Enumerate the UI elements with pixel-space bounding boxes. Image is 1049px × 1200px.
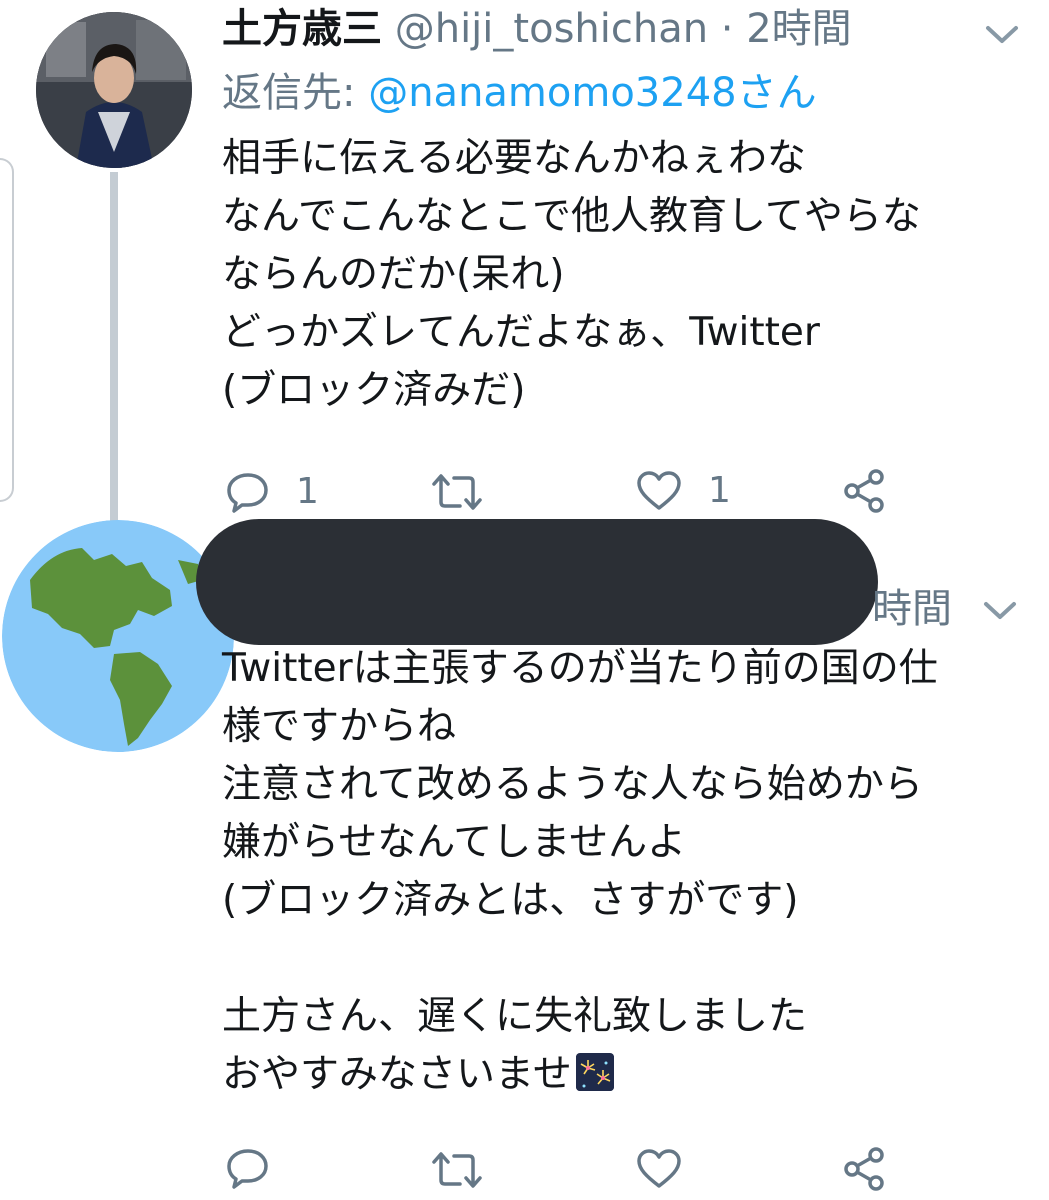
avatar[interactable] [2, 520, 234, 752]
display-name[interactable]: 土方歳三 [222, 6, 382, 52]
reply-icon [227, 1149, 268, 1189]
tweet-line: Twitterは主張するのが当たり前の国の仕 [222, 646, 938, 691]
tweet-text: Twitterは主張するのが当たり前の国の仕 様ですからね 注意されて改めるよう… [222, 640, 938, 1104]
like-count: 1 [708, 470, 731, 511]
reply-to-label: 返信先: [222, 70, 369, 116]
retweet-button[interactable] [430, 472, 484, 512]
chevron-down-icon[interactable] [980, 22, 1024, 48]
reply-icon [227, 473, 268, 513]
tweet-line [222, 930, 938, 988]
reply-button[interactable]: 1 [226, 470, 319, 514]
tweet-line: おやすみなさいませ [222, 1052, 572, 1097]
tweet-line-with-emoji: おやすみなさいませ [222, 1046, 938, 1104]
like-button[interactable] [636, 1148, 682, 1190]
thread-connector-line [110, 172, 118, 522]
reply-to-link[interactable]: @nanamomo3248さん [368, 70, 816, 116]
tweet-line: (ブロック済みだ) [222, 368, 526, 413]
retweet-icon [432, 474, 482, 510]
retweet-button[interactable] [430, 1150, 484, 1190]
like-icon [637, 471, 681, 510]
reply-button[interactable] [226, 1146, 270, 1190]
panel-edge-bracket [0, 158, 14, 502]
redacted-user-info [196, 519, 878, 645]
timestamp[interactable]: 時間 [872, 586, 952, 632]
like-icon [637, 1149, 681, 1188]
fireworks-emoji-icon [575, 1053, 614, 1091]
timestamp[interactable]: 2時間 [746, 6, 851, 52]
tweet-line: 嫌がらせなんてしませんよ [222, 820, 687, 865]
handle[interactable]: @hiji_toshichan [395, 6, 708, 52]
tweet-line: ならんのだか(呆れ) [222, 252, 565, 297]
like-button[interactable]: 1 [636, 470, 731, 512]
tweet-text: 相手に伝える必要なんかねぇわな なんでこんなとこで他人教育してやらな ならんのだ… [222, 130, 921, 420]
tweet-line: 注意されて改めるような人なら始めから [222, 762, 923, 807]
share-button[interactable] [842, 468, 888, 514]
tweet-line: 土方さん、遅くに失礼致しました [222, 994, 808, 1039]
tweet-line: 相手に伝える必要なんかねぇわな [222, 136, 806, 181]
retweet-icon [432, 1152, 482, 1188]
reply-to-line: 返信先: @nanamomo3248さん [222, 70, 817, 116]
tweet-header: 土方歳三 @hiji_toshichan · 2時間 [222, 6, 852, 52]
chevron-down-icon[interactable] [978, 598, 1022, 624]
reply-count: 1 [296, 471, 319, 512]
share-icon [844, 1147, 884, 1191]
earth-globe-icon [2, 520, 234, 752]
avatar[interactable] [36, 12, 192, 168]
tweet-line: なんでこんなとこで他人教育してやらな [222, 194, 921, 239]
share-icon [844, 469, 884, 513]
separator: · [720, 6, 734, 52]
share-button[interactable] [842, 1146, 888, 1192]
tweet-line: (ブロック済みとは、さすがです) [222, 878, 799, 923]
tweet-line: 様ですからね [222, 704, 457, 749]
tweet-line: どっかズレてんだよなぁ、Twitter [222, 310, 820, 355]
